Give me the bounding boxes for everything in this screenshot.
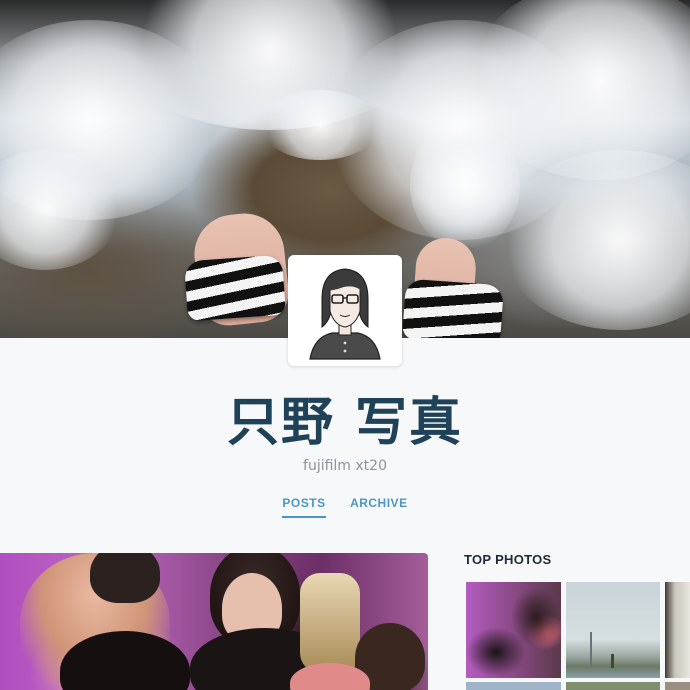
- nav-tabs: POSTS ARCHIVE: [0, 494, 690, 518]
- top-photo-thumbnail[interactable]: [466, 682, 561, 690]
- blog-page: 只野 写真 fujifilm xt20 POSTS ARCHIVE TOP PH…: [0, 0, 690, 690]
- avatar[interactable]: [288, 255, 402, 366]
- top-photo-thumbnail[interactable]: [566, 582, 660, 678]
- tab-archive[interactable]: ARCHIVE: [350, 496, 408, 516]
- top-photo-thumbnail[interactable]: [665, 582, 690, 678]
- top-photo-thumbnail[interactable]: [665, 682, 690, 690]
- blog-description: fujifilm xt20: [303, 458, 387, 474]
- top-photo-thumbnail[interactable]: [466, 582, 561, 678]
- post-photo[interactable]: [0, 553, 428, 690]
- tab-posts[interactable]: POSTS: [282, 496, 326, 518]
- top-photo-thumbnail[interactable]: [566, 682, 660, 690]
- avatar-illustration-icon: [309, 268, 381, 360]
- top-photos-heading: TOP PHOTOS: [464, 552, 552, 567]
- blog-title[interactable]: 只野 写真: [0, 380, 690, 455]
